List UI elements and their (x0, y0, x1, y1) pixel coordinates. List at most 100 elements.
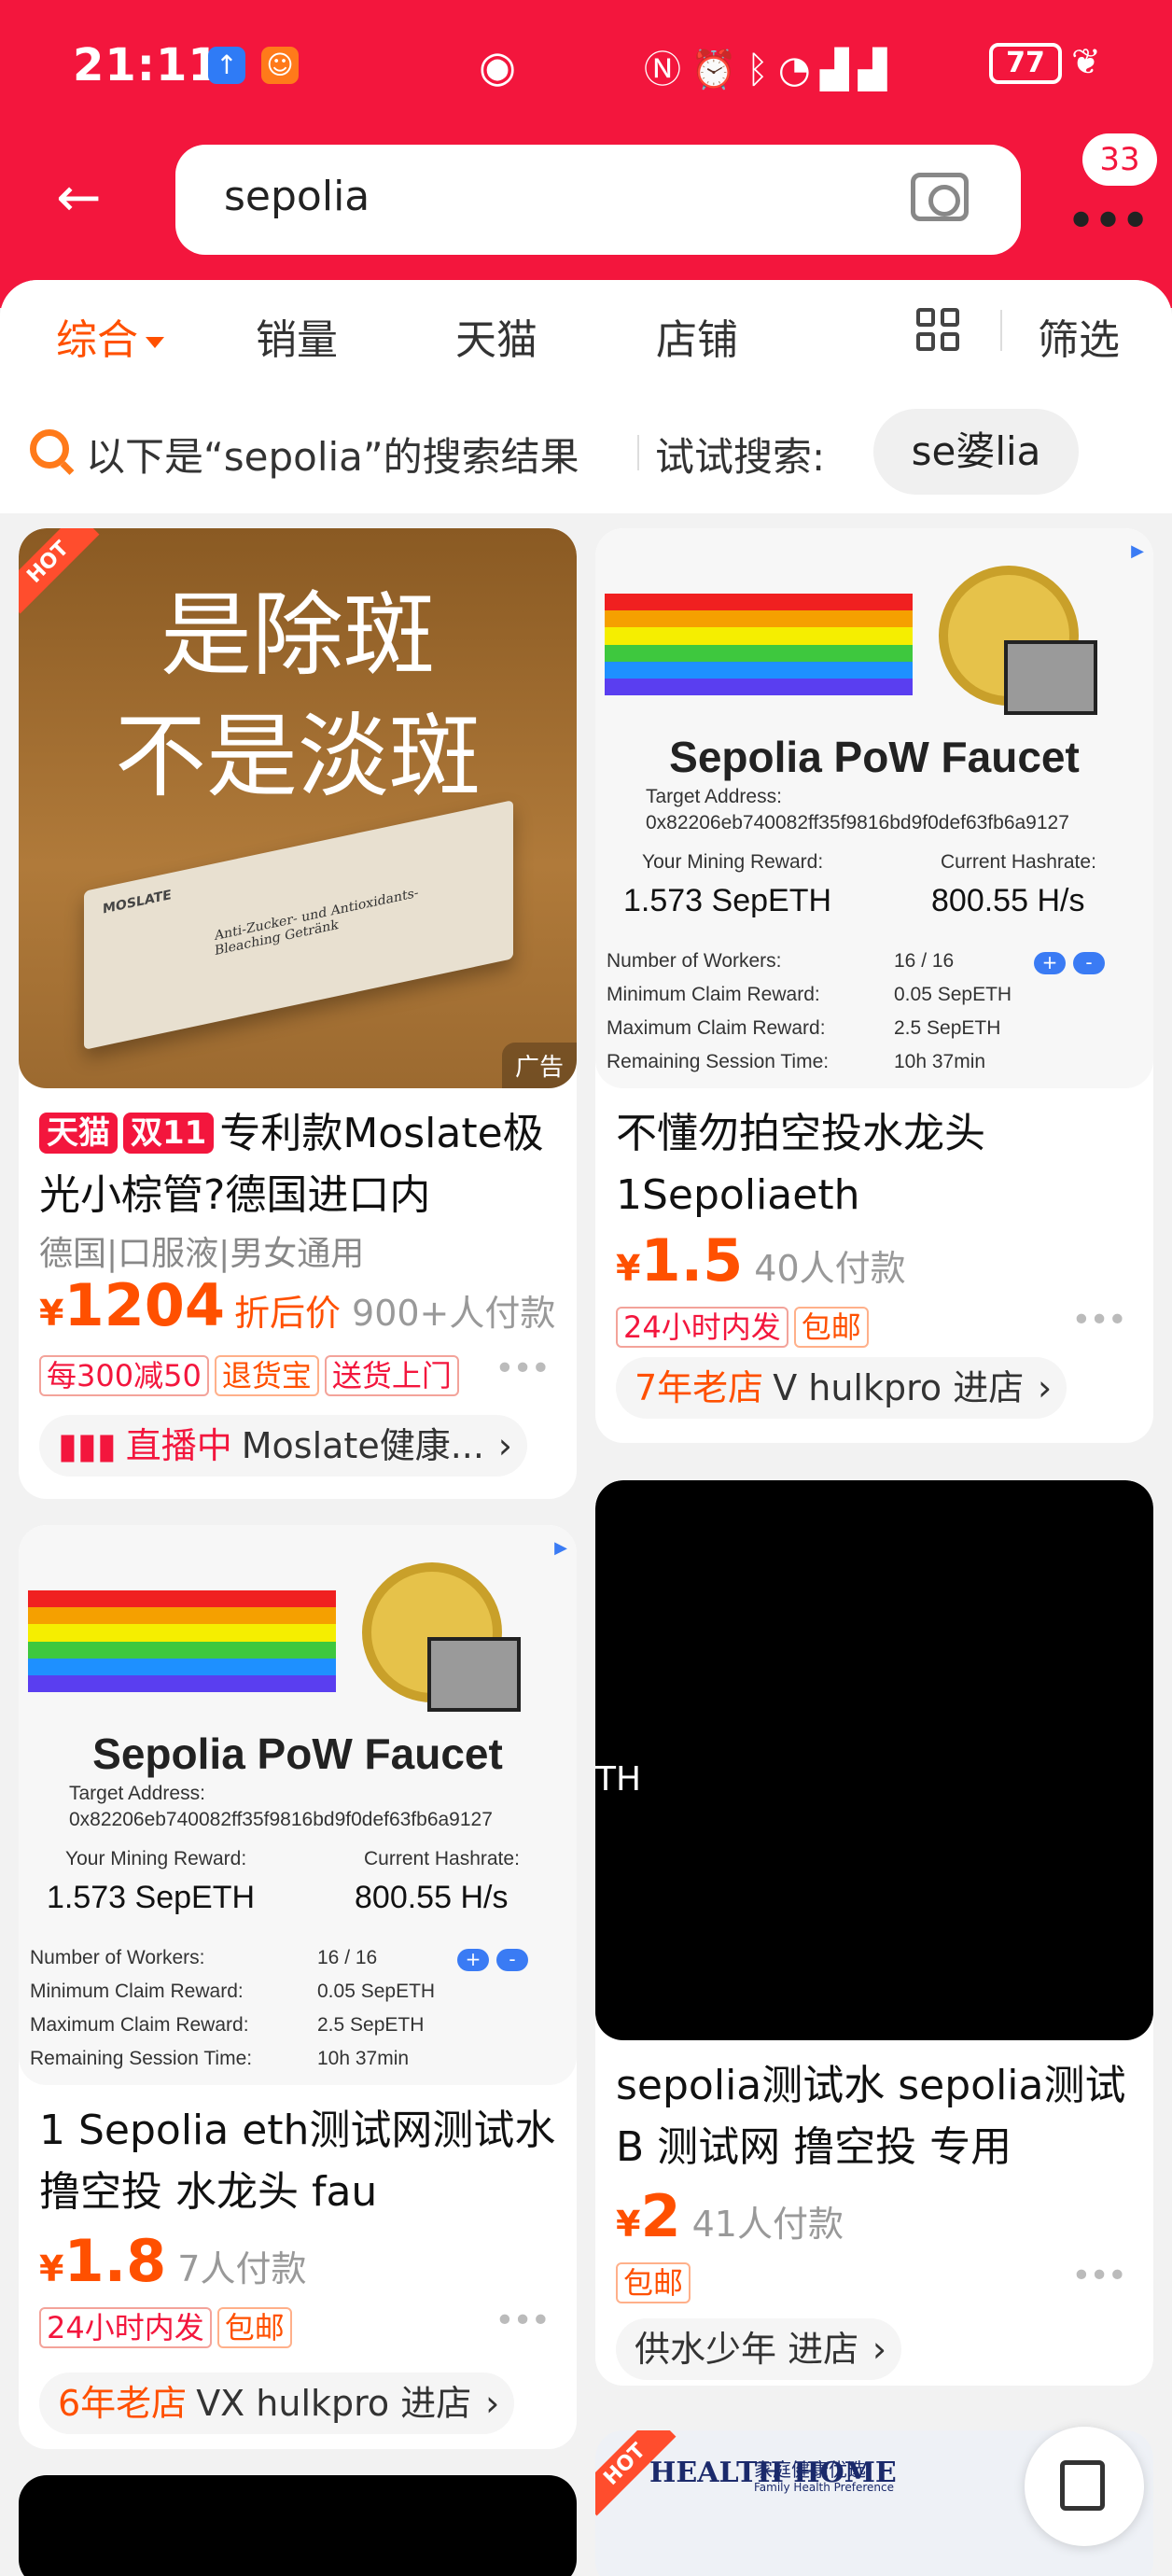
product-image[interactable]: ▶ Sepolia PoW Faucet Target Address: 0x8… (595, 528, 1153, 1088)
workers-label: Number of Workers: (30, 1947, 205, 1968)
shop-name: Moslate健康... (241, 1425, 484, 1466)
badges: 24小时内发 包邮 (616, 1307, 874, 1348)
app-icon: ☺ (261, 47, 299, 84)
product-image[interactable]: ▶ Sepolia PoW Faucet Target Address: 0x8… (19, 1525, 577, 2085)
signal-icon: ▟ (819, 49, 858, 91)
search-icon (30, 429, 69, 469)
message-badge[interactable]: 33 (1082, 133, 1157, 186)
faucet-title: Sepolia PoW Faucet (92, 1729, 503, 1778)
address: 0x82206eb740082ff35f9816bd9f0def63fb6a91… (646, 812, 1069, 833)
workers-label: Number of Workers: (607, 950, 782, 972)
shop-link[interactable]: 6年老店 VX hulkpro 进店 › (39, 2373, 515, 2434)
reward-value: 1.573 SepETH (623, 883, 832, 918)
suggestion-chip[interactable]: se婆lia (873, 409, 1079, 495)
remain-value: 10h 37min (317, 2048, 410, 2069)
chevron-right-icon: › (497, 1425, 512, 1466)
target-label: Target Address: (646, 786, 782, 807)
price-value: 1.5 (640, 1226, 744, 1295)
max-value: 2.5 SepETH (894, 1017, 1001, 1039)
play-icon: ▶ (1131, 541, 1144, 561)
product-card[interactable]: ▶ Sepolia PoW Faucet Target Address: 0x8… (595, 528, 1153, 1443)
free-shipping-badge: 包邮 (616, 2262, 691, 2303)
remain-value: 10h 37min (894, 1051, 986, 1072)
free-shipping-badge: 包邮 (793, 1307, 869, 1348)
product-title[interactable]: 1 Sepolia eth测试网测试水 撸空投 水龙头 fau (39, 2100, 562, 2223)
max-label: Maximum Claim Reward: (607, 1017, 826, 1039)
divider (1000, 310, 1002, 351)
tmall-tag: 天猫 (39, 1113, 118, 1154)
bluetooth-icon: ᛒ (746, 49, 778, 91)
currency: ¥ (616, 2204, 641, 2245)
tab-tmall[interactable]: 天猫 (455, 306, 537, 366)
product-title[interactable]: sepolia测试水 sepolia测试B 测试网 撸空投 专用 (616, 2055, 1138, 2178)
price: ¥1.8 7人付款 (39, 2227, 306, 2295)
edit-fab-button[interactable] (1025, 2427, 1144, 2546)
more-dots-icon[interactable]: ••• (495, 2302, 551, 2340)
more-icon[interactable]: ••• (1066, 191, 1151, 252)
chevron-right-icon: › (485, 2383, 500, 2424)
header: 21:11 ↑ ☺ ◉ Ⓝ⏰ᛒ◔▟▟ 77 ❦ ← sepolia ••• 33 (0, 0, 1172, 308)
price-value: 1204 (63, 1271, 226, 1339)
shop-name: V hulkpro 进店 (773, 1367, 1025, 1408)
remain-label: Remaining Session Time: (607, 1051, 830, 1072)
box-text: Anti-Zucker- und Antioxidants-Bleaching … (215, 885, 419, 959)
remain-label: Remaining Session Time: (30, 2048, 253, 2069)
badges: 包邮 (616, 2262, 696, 2303)
grid-view-icon[interactable] (916, 308, 963, 355)
more-dots-icon[interactable]: ••• (495, 1350, 551, 1388)
shop-link[interactable]: 供水少年 进店 › (616, 2318, 902, 2380)
back-arrow-icon[interactable]: ← (56, 170, 112, 227)
reward-value: 1.573 SepETH (47, 1880, 256, 1915)
sold-count: 40人付款 (754, 1248, 906, 1289)
price-value: 1.8 (63, 2227, 167, 2295)
search-nav: ← sepolia ••• 33 (0, 133, 1172, 257)
nfc-icon: Ⓝ (644, 49, 691, 91)
live-shop-link[interactable]: ▮▮▮ 直播中 Moslate健康... › (39, 1415, 527, 1477)
chevron-right-icon: › (872, 2329, 887, 2370)
live-label: 直播中 (125, 1425, 232, 1466)
product-image[interactable]: TH (595, 1480, 1153, 2040)
camera-icon[interactable] (911, 173, 969, 221)
coupon-badge: 每300减50 (39, 1355, 209, 1396)
tab-sales[interactable]: 销量 (256, 306, 338, 366)
edit-icon (1060, 2460, 1105, 2511)
delivery-badge: 送货上门 (324, 1355, 459, 1396)
divider (637, 435, 639, 470)
product-card[interactable]: ▶ Sepolia PoW Faucet Target Address: 0x8… (19, 1525, 577, 2449)
product-title[interactable]: 天猫 双11 专利款Moslate极光小棕管?德国进口内 (39, 1103, 562, 1226)
image-text: 是除斑 (160, 582, 435, 689)
product-card[interactable]: TH sepolia测试水 sepolia测试B 测试网 撸空投 专用 ¥2 41… (595, 1480, 1153, 2386)
rainbow-graphic (605, 594, 913, 715)
product-title[interactable]: 不懂勿拍空投水龙头1Sepoliaeth (616, 1103, 1138, 1226)
hashrate-value: 800.55 H/s (355, 1880, 509, 1915)
product-box: MOSLATE Anti-Zucker- und Antioxidants-Bl… (84, 800, 513, 1050)
product-image[interactable]: 是除斑 不是淡斑 MOSLATE Anti-Zucker- und Antiox… (19, 528, 577, 1088)
shop-link[interactable]: 7年老店 V hulkpro 进店 › (616, 1357, 1067, 1419)
sold-count: 7人付款 (177, 2248, 307, 2289)
plus-icon: + (457, 1949, 489, 1971)
product-card[interactable]: 是除斑 不是淡斑 MOSLATE Anti-Zucker- und Antiox… (19, 528, 577, 1499)
return-badge: 退货宝 (214, 1355, 319, 1396)
more-dots-icon[interactable]: ••• (1071, 1301, 1127, 1339)
plus-icon: + (1034, 952, 1066, 974)
sold-count: 41人付款 (691, 2204, 844, 2245)
hashrate-label: Current Hashrate: (941, 851, 1096, 873)
free-shipping-badge: 包邮 (216, 2307, 292, 2348)
shop-age: 6年老店 (58, 2383, 188, 2424)
reward-label: Your Mining Reward: (642, 851, 824, 873)
price: ¥1204 折后价 900+人付款 (39, 1271, 555, 1339)
tab-shops[interactable]: 店铺 (656, 306, 738, 366)
status-bar: 21:11 ↑ ☺ ◉ Ⓝ⏰ᛒ◔▟▟ 77 ❦ (0, 35, 1172, 101)
currency: ¥ (39, 1293, 64, 1334)
search-bar[interactable]: sepolia (175, 145, 1021, 255)
status-time: 21:11 (73, 39, 220, 91)
product-card[interactable] (19, 2475, 577, 2576)
price-value: 2 (640, 2182, 681, 2250)
eye-icon: ◉ (479, 41, 517, 91)
more-dots-icon[interactable]: ••• (1071, 2257, 1127, 2295)
tab-comprehensive[interactable]: 综合 (56, 306, 164, 366)
min-value: 0.05 SepETH (317, 1981, 436, 2002)
currency: ¥ (616, 1248, 641, 1289)
search-input[interactable]: sepolia (224, 173, 370, 220)
filter-button[interactable]: 筛选 (1038, 306, 1120, 366)
